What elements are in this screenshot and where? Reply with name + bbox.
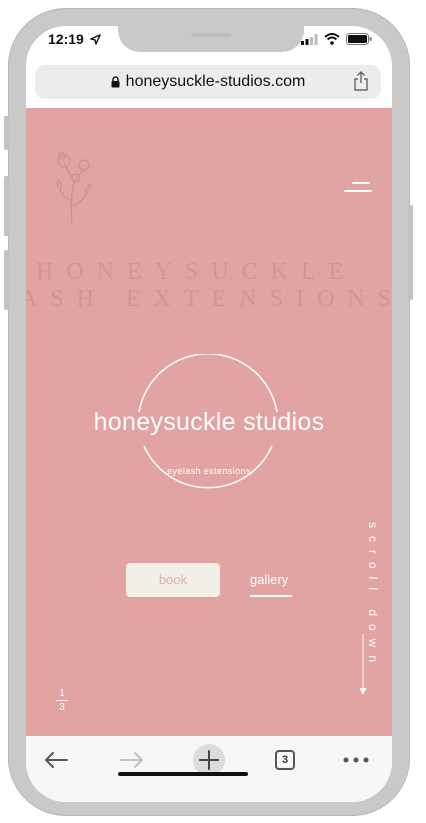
book-button[interactable]: book	[126, 563, 220, 597]
scroll-down-label[interactable]: scroll down	[366, 522, 380, 670]
speaker	[191, 33, 231, 37]
url-display[interactable]: honeysuckle-studios.com	[35, 73, 381, 91]
back-icon	[45, 752, 68, 768]
tabs-button[interactable]: 3	[274, 744, 296, 776]
power-button	[408, 205, 413, 300]
home-indicator[interactable]	[118, 772, 248, 776]
signal-icon	[301, 33, 318, 45]
status-icons	[301, 33, 372, 45]
tabs-count: 3	[275, 750, 295, 770]
flower-logo-icon[interactable]	[54, 150, 94, 226]
scroll-down-arrow-icon[interactable]	[358, 634, 368, 696]
volume-up-button	[4, 176, 9, 236]
page-current: 1	[59, 688, 65, 699]
notch	[118, 26, 304, 52]
battery-icon	[346, 33, 372, 45]
new-tab-icon	[199, 750, 219, 770]
back-button[interactable]	[42, 744, 70, 776]
page-divider	[56, 700, 68, 701]
mute-switch	[4, 116, 9, 150]
logo-title: honeysuckle studios	[93, 408, 325, 436]
gallery-underline	[250, 595, 292, 597]
page-indicator: 1 3	[56, 688, 68, 713]
lock-icon	[111, 76, 120, 88]
background-text-line-2: ASH EXTENSIONS	[26, 286, 392, 312]
gallery-link[interactable]: gallery	[250, 572, 288, 587]
menu-icon[interactable]	[344, 182, 372, 196]
page-total: 3	[59, 702, 65, 713]
url-text: honeysuckle-studios.com	[125, 73, 306, 90]
share-icon[interactable]	[353, 71, 369, 91]
browser-toolbar: 3	[26, 736, 392, 802]
wifi-icon	[324, 33, 340, 45]
address-bar[interactable]: honeysuckle-studios.com	[35, 65, 381, 99]
status-time: 12:19	[48, 31, 101, 47]
phone-screen: 12:19 honeysuckle-studios.com HONEYSUCKL…	[26, 26, 392, 802]
forward-icon	[120, 752, 143, 768]
more-icon	[343, 757, 369, 763]
logo-subtitle: eyelash extensions	[167, 466, 251, 476]
background-text-line-1: HONEYSUCKLE	[36, 259, 357, 285]
volume-down-button	[4, 250, 9, 310]
location-arrow-icon	[89, 34, 101, 45]
more-button[interactable]	[342, 744, 370, 776]
hero-section: HONEYSUCKLE ASH EXTENSIONS honeysuckle s…	[26, 108, 392, 736]
